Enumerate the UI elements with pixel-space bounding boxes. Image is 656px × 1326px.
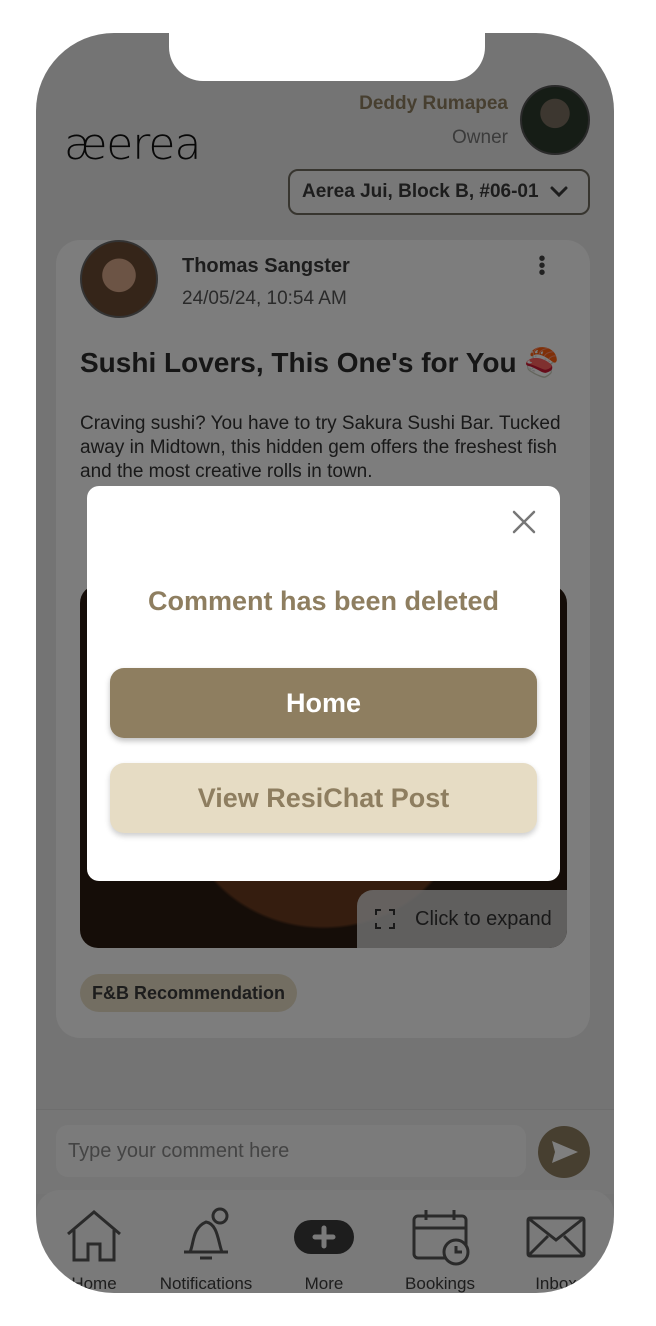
view-post-button[interactable]: View ResiChat Post <box>110 763 537 833</box>
notch-cover <box>169 31 485 81</box>
close-icon[interactable] <box>512 510 536 534</box>
modal-overlay[interactable]: Comment has been deleted Home View ResiC… <box>0 0 656 1326</box>
home-button[interactable]: Home <box>110 668 537 738</box>
delete-confirmation-dialog: Comment has been deleted Home View ResiC… <box>87 486 560 881</box>
dialog-message: Comment has been deleted <box>147 586 500 616</box>
